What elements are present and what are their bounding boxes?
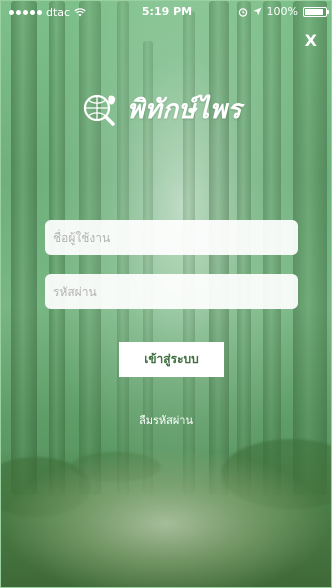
- status-right: 100%: [238, 5, 329, 18]
- password-field[interactable]: [45, 274, 298, 309]
- alarm-icon: [238, 7, 247, 17]
- app-logo: พิทักษ์ไพร: [79, 89, 242, 130]
- close-button[interactable]: X: [305, 31, 317, 50]
- globe-magnifier-leaf-icon: [83, 94, 116, 126]
- login-screen: dtac 5:19 PM 100% X พิทักษ์ไพร ชื่อผู้ใช…: [0, 0, 332, 588]
- brand-name: พิทักษ์ไพร: [127, 95, 242, 125]
- location-arrow-icon: [253, 7, 262, 16]
- username-field[interactable]: [45, 220, 298, 255]
- battery-percent: 100%: [266, 5, 298, 18]
- forgot-password-link[interactable]: ลืมรหัสผ่าน: [1, 411, 331, 429]
- battery-icon: [303, 6, 329, 17]
- status-bar: dtac 5:19 PM 100%: [1, 1, 331, 23]
- login-button[interactable]: เข้าสู่ระบบ: [119, 342, 224, 377]
